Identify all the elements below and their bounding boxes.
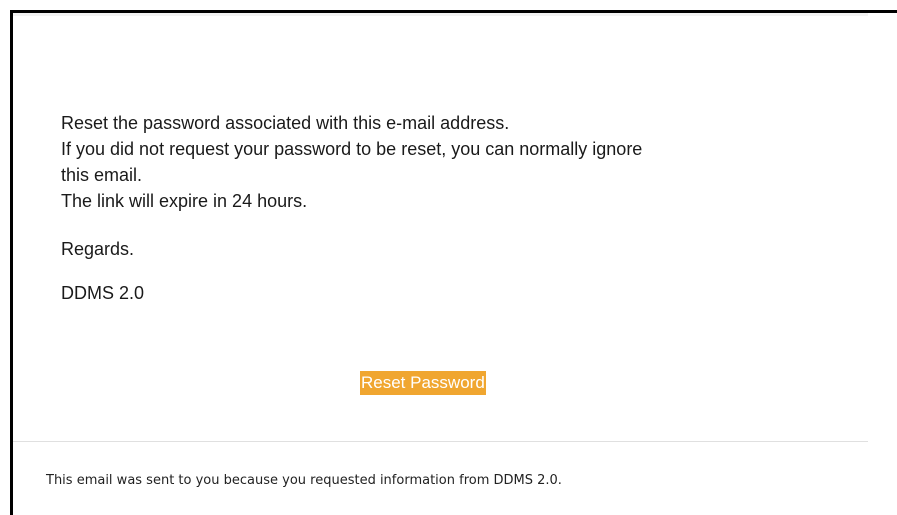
top-strip bbox=[13, 13, 868, 16]
footer-text: This email was sent to you because you r… bbox=[46, 473, 562, 488]
email-frame: Reset the password associated with this … bbox=[10, 10, 897, 515]
body-line-2: If you did not request your password to … bbox=[61, 139, 643, 159]
footer-divider bbox=[13, 441, 868, 442]
body-line-1: Reset the password associated with this … bbox=[61, 113, 510, 133]
email-body: Reset the password associated with this … bbox=[61, 110, 821, 306]
body-line-4: The link will expire in 24 hours. bbox=[61, 191, 308, 211]
reset-password-button[interactable]: Reset Password bbox=[360, 371, 486, 395]
signature-text: DDMS 2.0 bbox=[61, 283, 145, 303]
closing-text: Regards. bbox=[61, 239, 135, 259]
body-line-3: this email. bbox=[61, 165, 143, 185]
